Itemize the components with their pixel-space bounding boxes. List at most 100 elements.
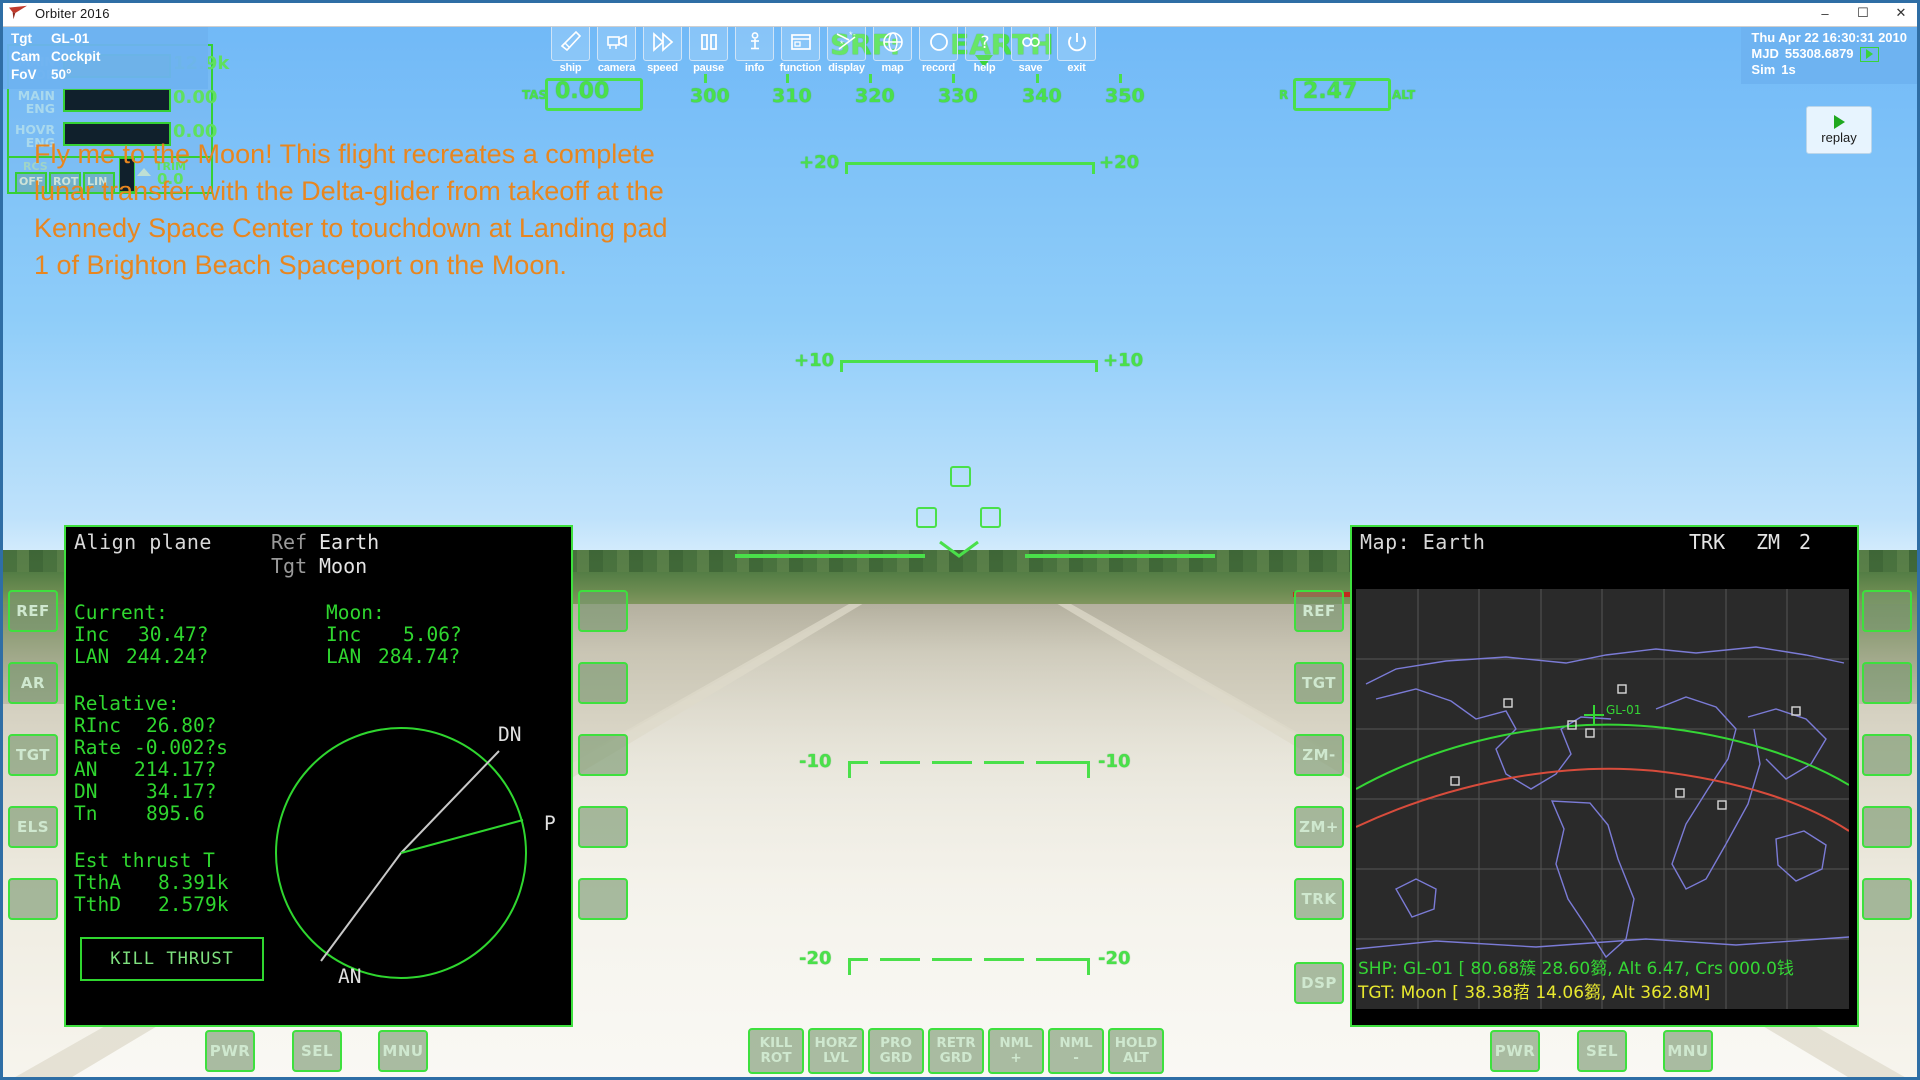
window-buttons[interactable]: – ☐ ✕: [1806, 0, 1920, 26]
mfd-left-bottom-PWR[interactable]: PWR: [205, 1030, 255, 1072]
toolbar-item-camera[interactable]: camera: [597, 22, 636, 77]
minimize-icon[interactable]: –: [1806, 0, 1844, 26]
record-circle-icon[interactable]: [919, 22, 958, 61]
fast-forward-icon[interactable]: [643, 22, 682, 61]
toolbar-label-pause: pause: [693, 62, 724, 74]
save-infinity-icon[interactable]: [1011, 22, 1050, 61]
control-button-line1: HOLD: [1114, 1035, 1158, 1051]
toolbar-item-display[interactable]: * * - display: [827, 22, 866, 77]
sky-background: [3, 26, 1917, 561]
mfd-right-sidebutton-left-REF[interactable]: REF: [1294, 590, 1344, 632]
toolbar-item-map[interactable]: map: [873, 22, 912, 77]
toolbar-item-function[interactable]: function: [780, 22, 822, 77]
mfd-left-an-value: 214.17?: [134, 758, 217, 781]
ship-icon[interactable]: [551, 22, 590, 61]
control-button-line1: NML: [999, 1035, 1033, 1051]
maximize-icon[interactable]: ☐: [1844, 0, 1882, 26]
mfd-left-tgt-label: Tgt: [271, 554, 308, 578]
svg-text:*: *: [840, 39, 844, 49]
mfd-right-sidebutton-right-3[interactable]: [1862, 806, 1912, 848]
mfd-left-ref-label: Ref: [271, 530, 308, 554]
toolbar-item-speed[interactable]: speed: [643, 22, 682, 77]
control-button-line2: +: [1010, 1050, 1022, 1066]
mfd-left-align-plane[interactable]: Align plane Ref Earth Tgt Moon Current: …: [64, 525, 573, 1027]
mfd-left-current-lan-value: 244.24?: [126, 645, 209, 668]
control-button-line1: KILL: [759, 1035, 793, 1051]
mfd-left-sidebutton-right-4[interactable]: [578, 878, 628, 920]
mfd-left-sidebutton-left-4[interactable]: [8, 878, 58, 920]
mfd-right-sidebutton-left-DSP[interactable]: DSP: [1294, 962, 1344, 1004]
mfd-right-map[interactable]: Map: Earth TRK ZM 2 GL-01 SHP: GL-01 [8…: [1350, 525, 1859, 1027]
camera-icon[interactable]: [597, 22, 636, 61]
clock-sim-row: Sim 1s: [1751, 62, 1907, 78]
mfd-left-ttha-value: 8.391k: [158, 871, 229, 894]
mfd-right-sidebutton-right-1[interactable]: [1862, 662, 1912, 704]
mfd-left-sidebutton-left-AR[interactable]: AR: [8, 662, 58, 704]
control-button-horz-lvl[interactable]: HORZ LVL: [808, 1028, 864, 1074]
display-scatter-icon[interactable]: * * -: [827, 22, 866, 61]
control-button-nml-plus[interactable]: NML +: [988, 1028, 1044, 1074]
replay-indicator[interactable]: replay: [1806, 106, 1872, 154]
mfd-right-bottom-MNU[interactable]: MNU: [1663, 1030, 1713, 1072]
question-mark-icon[interactable]: ?: [965, 22, 1004, 61]
window-function-icon[interactable]: [781, 22, 820, 61]
play-icon[interactable]: [1859, 46, 1879, 62]
mfd-left-bottom-MNU[interactable]: MNU: [378, 1030, 428, 1072]
clock-mjd-value: 55308.6879: [1784, 46, 1854, 61]
toolbar-item-ship[interactable]: ship: [551, 22, 590, 77]
toolbar-item-exit[interactable]: exit: [1057, 22, 1096, 77]
control-button-line2: ROT: [760, 1050, 792, 1066]
scenario-caption: Fly me to the Moon! This flight recreate…: [34, 139, 668, 280]
mfd-left-an-key: AN: [74, 758, 98, 781]
window-title-bar[interactable]: Orbiter 2016 – ☐ ✕: [0, 0, 1920, 27]
toolbar-item-info[interactable]: info: [735, 22, 774, 77]
control-button-line2: GRD: [879, 1050, 913, 1066]
info-person-icon[interactable]: [735, 22, 774, 61]
mfd-left-sidebutton-right-2[interactable]: [578, 734, 628, 776]
world-map-display[interactable]: GL-01: [1356, 589, 1849, 1009]
mfd-right-sidebutton-left-ZM-[interactable]: ZM-: [1294, 734, 1344, 776]
svg-text:?: ?: [980, 33, 989, 53]
control-button-line1: NML: [1059, 1035, 1093, 1051]
pause-icon[interactable]: [689, 22, 728, 61]
control-button-nml-minus[interactable]: NML -: [1048, 1028, 1104, 1074]
mfd-left-sidebutton-right-0[interactable]: [578, 590, 628, 632]
camera-info-fov-value: 50°: [51, 67, 72, 82]
replay-label: replay: [1821, 130, 1857, 145]
mfd-left-sidebutton-right-1[interactable]: [578, 662, 628, 704]
camera-info-target-row: Tgt GL-01: [3, 30, 208, 48]
camera-info-target-value: GL-01: [51, 31, 90, 46]
control-button-hold-alt[interactable]: HOLD ALT: [1108, 1028, 1164, 1074]
toolbar-item-help[interactable]: ? help: [965, 22, 1004, 77]
mfd-left-sidebutton-right-3[interactable]: [578, 806, 628, 848]
globe-icon[interactable]: [873, 22, 912, 61]
camera-info-fov-row: FoV 50°: [3, 66, 208, 84]
toolbar-item-record[interactable]: record: [919, 22, 958, 77]
mfd-right-sidebutton-left-TRK[interactable]: TRK: [1294, 878, 1344, 920]
mfd-right-sidebutton-right-2[interactable]: [1862, 734, 1912, 776]
toolbar-item-save[interactable]: save: [1011, 22, 1050, 77]
main-toolbar[interactable]: ship camera speed pause info function * * - displ…: [551, 22, 1096, 77]
mfd-left-rinc-key: RInc: [74, 714, 121, 737]
mfd-right-sidebutton-right-0[interactable]: [1862, 590, 1912, 632]
mfd-left-bottom-SEL[interactable]: SEL: [292, 1030, 342, 1072]
camera-info-camera-label: Cam: [11, 49, 41, 64]
mfd-left-sidebutton-left-REF[interactable]: REF: [8, 590, 58, 632]
mfd-left-ref-value: Earth: [319, 530, 380, 554]
clock-mjd-label: MJD: [1751, 46, 1779, 61]
toolbar-item-pause[interactable]: pause: [689, 22, 728, 77]
close-icon[interactable]: ✕: [1882, 0, 1920, 26]
mfd-right-sidebutton-left-TGT[interactable]: TGT: [1294, 662, 1344, 704]
mfd-left-sidebutton-left-ELS[interactable]: ELS: [8, 806, 58, 848]
mfd-right-bottom-PWR[interactable]: PWR: [1490, 1030, 1540, 1072]
control-button-pro-grd[interactable]: PRO GRD: [868, 1028, 924, 1074]
mfd-right-bottom-SEL[interactable]: SEL: [1577, 1030, 1627, 1072]
kill-thrust-button[interactable]: KILL THRUST: [80, 937, 264, 981]
mfd-left-sidebutton-left-TGT[interactable]: TGT: [8, 734, 58, 776]
power-icon[interactable]: [1057, 22, 1096, 61]
control-button-kill-rot[interactable]: KILL ROT: [748, 1028, 804, 1074]
camera-info-fov-label: FoV: [11, 67, 37, 82]
control-button-retr-grd[interactable]: RETR GRD: [928, 1028, 984, 1074]
mfd-right-sidebutton-right-4[interactable]: [1862, 878, 1912, 920]
mfd-right-sidebutton-left-ZM+[interactable]: ZM+: [1294, 806, 1344, 848]
